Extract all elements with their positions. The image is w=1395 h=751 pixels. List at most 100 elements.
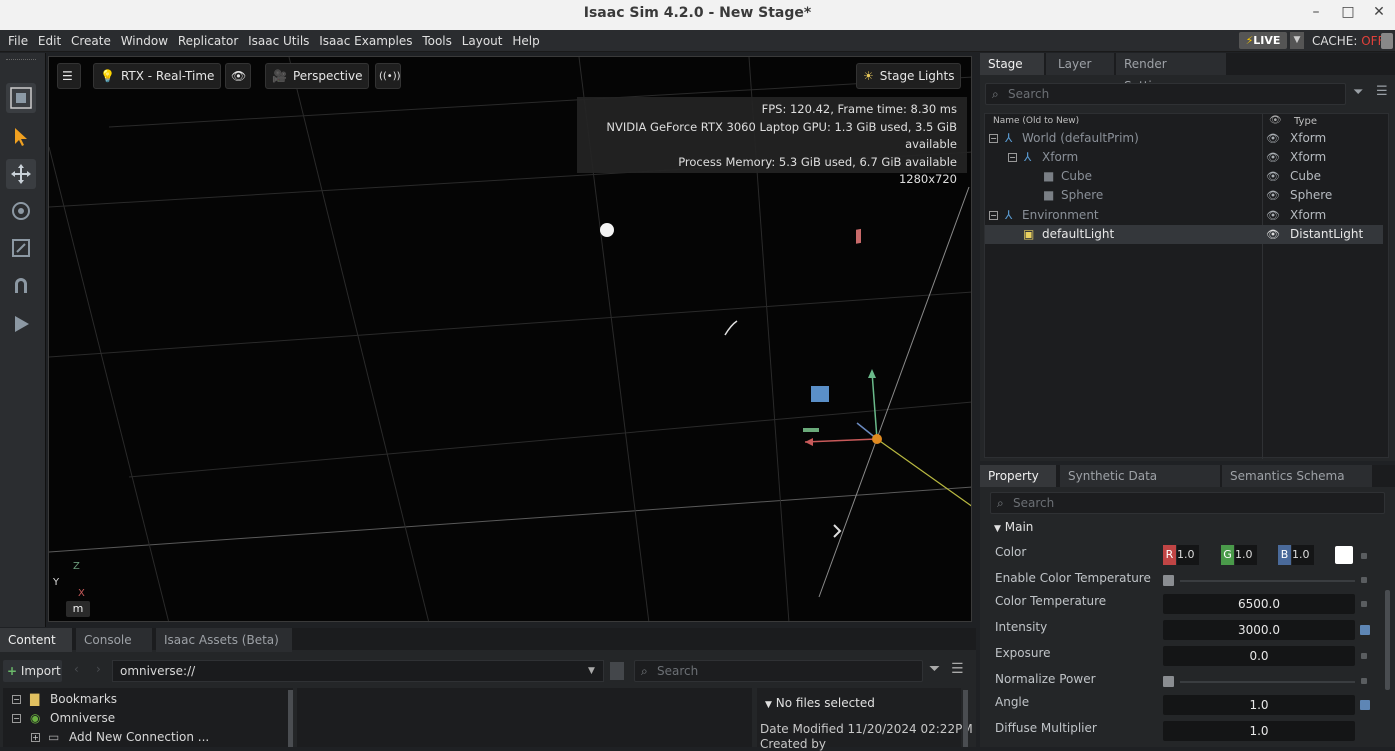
- angle-modified-marker[interactable]: [1360, 700, 1370, 710]
- snap-magnet-icon[interactable]: [6, 271, 36, 301]
- tree-row-omniverse[interactable]: − ◉ Omniverse: [3, 709, 288, 728]
- color-swatch[interactable]: [1335, 546, 1353, 564]
- menu-help[interactable]: Help: [512, 30, 539, 52]
- filter-icon[interactable]: ⏷: [929, 661, 940, 677]
- normalize-power-checkbox[interactable]: [1163, 676, 1174, 687]
- play-icon[interactable]: [6, 309, 36, 339]
- eye-icon[interactable]: 👁: [1266, 186, 1280, 205]
- eye-icon[interactable]: 👁: [1266, 148, 1280, 167]
- tab-render-settings[interactable]: Render Settings: [1116, 53, 1226, 93]
- intensity-field[interactable]: 3000.0: [1163, 620, 1355, 640]
- back-arrow-icon[interactable]: ‹: [74, 662, 79, 676]
- tree-row-sphere[interactable]: ■ Sphere 👁 Sphere: [985, 186, 1383, 205]
- live-button[interactable]: ⚡LIVE: [1239, 32, 1287, 49]
- visibility-button[interactable]: 👁: [225, 63, 251, 89]
- tree-scrollbar[interactable]: [288, 690, 293, 747]
- property-search-input[interactable]: ⌕ Search: [990, 492, 1385, 514]
- close-button[interactable]: ✕: [1369, 4, 1389, 20]
- menu-isaac-utils[interactable]: Isaac Utils: [248, 30, 309, 52]
- list-view-icon[interactable]: ☰: [951, 661, 964, 677]
- collapse-icon[interactable]: −: [1008, 153, 1017, 162]
- content-search-input[interactable]: ⌕ Search: [634, 660, 923, 682]
- eye-icon[interactable]: 👁: [1266, 167, 1280, 186]
- menu-edit[interactable]: Edit: [38, 30, 61, 52]
- tree-row-defaultlight[interactable]: ▣ defaultLight 👁 DistantLight: [985, 225, 1383, 244]
- color-r-field[interactable]: 1.0: [1177, 545, 1199, 565]
- color-temp-field[interactable]: 6500.0: [1163, 594, 1355, 614]
- maximize-button[interactable]: □: [1338, 4, 1358, 20]
- collapse-icon[interactable]: −: [12, 695, 21, 704]
- menu-window[interactable]: Window: [121, 30, 168, 52]
- forward-arrow-icon[interactable]: ›: [96, 662, 101, 676]
- menu-isaac-examples[interactable]: Isaac Examples: [319, 30, 412, 52]
- menu-layout[interactable]: Layout: [462, 30, 503, 52]
- color-reset-dot[interactable]: [1361, 553, 1367, 559]
- stage-lights-button[interactable]: ☀ Stage Lights: [856, 63, 962, 89]
- bookmark-icon[interactable]: [610, 662, 624, 680]
- stage-search-input[interactable]: ⌕ Search: [985, 83, 1346, 105]
- minimize-button[interactable]: –: [1306, 4, 1326, 20]
- tree-row-world[interactable]: − ⅄ World (defaultPrim) 👁 Xform: [985, 129, 1383, 148]
- info-scrollbar[interactable]: [963, 690, 968, 747]
- exposure-field[interactable]: 0.0: [1163, 646, 1355, 666]
- eye-icon[interactable]: 👁: [1266, 225, 1280, 244]
- menu-replicator[interactable]: Replicator: [178, 30, 238, 52]
- scale-icon[interactable]: [6, 233, 36, 263]
- intensity-modified-marker[interactable]: [1360, 625, 1370, 635]
- tab-layer[interactable]: Layer: [1046, 53, 1114, 75]
- chevron-down-icon[interactable]: ▼: [1290, 32, 1304, 49]
- property-scrollbar[interactable]: [1385, 590, 1390, 690]
- tab-synthetic-data-recorder[interactable]: Synthetic Data Recorder: [1060, 465, 1220, 505]
- unit-button[interactable]: m: [66, 601, 90, 617]
- collapse-icon[interactable]: −: [12, 714, 21, 723]
- tab-isaac-assets[interactable]: Isaac Assets (Beta): [156, 628, 292, 652]
- chevron-down-icon[interactable]: ▼: [588, 661, 595, 681]
- tab-stage[interactable]: Stage: [980, 53, 1044, 75]
- section-main[interactable]: ▼ Main: [994, 520, 1033, 534]
- color-b-field[interactable]: 1.0: [1292, 545, 1314, 565]
- menu-file[interactable]: File: [8, 30, 28, 52]
- move-icon[interactable]: [6, 159, 36, 189]
- menu-icon[interactable]: ☰: [1376, 84, 1388, 99]
- enable-color-temp-reset[interactable]: [1361, 577, 1367, 583]
- color-g-field[interactable]: 1.0: [1235, 545, 1257, 565]
- file-grid[interactable]: [297, 688, 752, 747]
- select-mode-icon[interactable]: [6, 83, 36, 113]
- color-temp-reset[interactable]: [1361, 601, 1367, 607]
- eye-icon[interactable]: 👁: [1266, 129, 1280, 148]
- filter-icon[interactable]: ⏷: [1353, 85, 1363, 100]
- tree-row-bookmarks[interactable]: − ▇ Bookmarks: [3, 690, 288, 709]
- tree-row-add-connection[interactable]: + ▭ Add New Connection ...: [3, 728, 288, 747]
- exposure-reset[interactable]: [1361, 653, 1367, 659]
- tree-row-environment[interactable]: − ⅄ Environment 👁 Xform: [985, 206, 1383, 225]
- rotate-icon[interactable]: [6, 196, 36, 226]
- column-header-name[interactable]: Name (Old to New): [993, 116, 1079, 126]
- column-header-type[interactable]: Type: [1294, 116, 1317, 127]
- enable-color-temp-checkbox[interactable]: [1163, 575, 1174, 586]
- import-button[interactable]: + Import: [3, 660, 62, 682]
- collapse-icon[interactable]: −: [989, 134, 998, 143]
- broadcast-button[interactable]: ((•)): [375, 63, 401, 89]
- expand-icon[interactable]: +: [31, 733, 40, 742]
- eye-icon[interactable]: 👁: [1266, 206, 1280, 225]
- viewport[interactable]: ☰ 💡 RTX - Real-Time 👁 🎥 Perspective ((•)…: [48, 56, 972, 622]
- diffuse-multiplier-field[interactable]: 1.0: [1163, 721, 1355, 741]
- tree-row-xform[interactable]: − ⅄ Xform 👁 Xform: [985, 148, 1383, 167]
- path-input[interactable]: omniverse:// ▼: [112, 660, 604, 682]
- select-arrow-icon[interactable]: [6, 122, 36, 152]
- collapse-icon[interactable]: −: [989, 211, 998, 220]
- normalize-power-reset[interactable]: [1361, 678, 1367, 684]
- menu-create[interactable]: Create: [71, 30, 111, 52]
- tab-console[interactable]: Console: [76, 628, 152, 652]
- tree-row-cube[interactable]: ■ Cube 👁 Cube: [985, 167, 1383, 186]
- angle-field[interactable]: 1.0: [1163, 695, 1355, 715]
- info-header[interactable]: ▼ No files selected: [765, 696, 875, 710]
- tab-property[interactable]: Property: [980, 465, 1056, 487]
- cache-toggle[interactable]: [1381, 33, 1393, 49]
- render-mode-button[interactable]: 💡 RTX - Real-Time: [93, 63, 222, 89]
- menu-tools[interactable]: Tools: [422, 30, 452, 52]
- tab-semantics-schema-editor[interactable]: Semantics Schema Editor: [1222, 465, 1372, 505]
- viewport-settings-button[interactable]: ☰: [57, 63, 81, 89]
- camera-button[interactable]: 🎥 Perspective: [265, 63, 370, 89]
- tab-content[interactable]: Content: [0, 628, 72, 652]
